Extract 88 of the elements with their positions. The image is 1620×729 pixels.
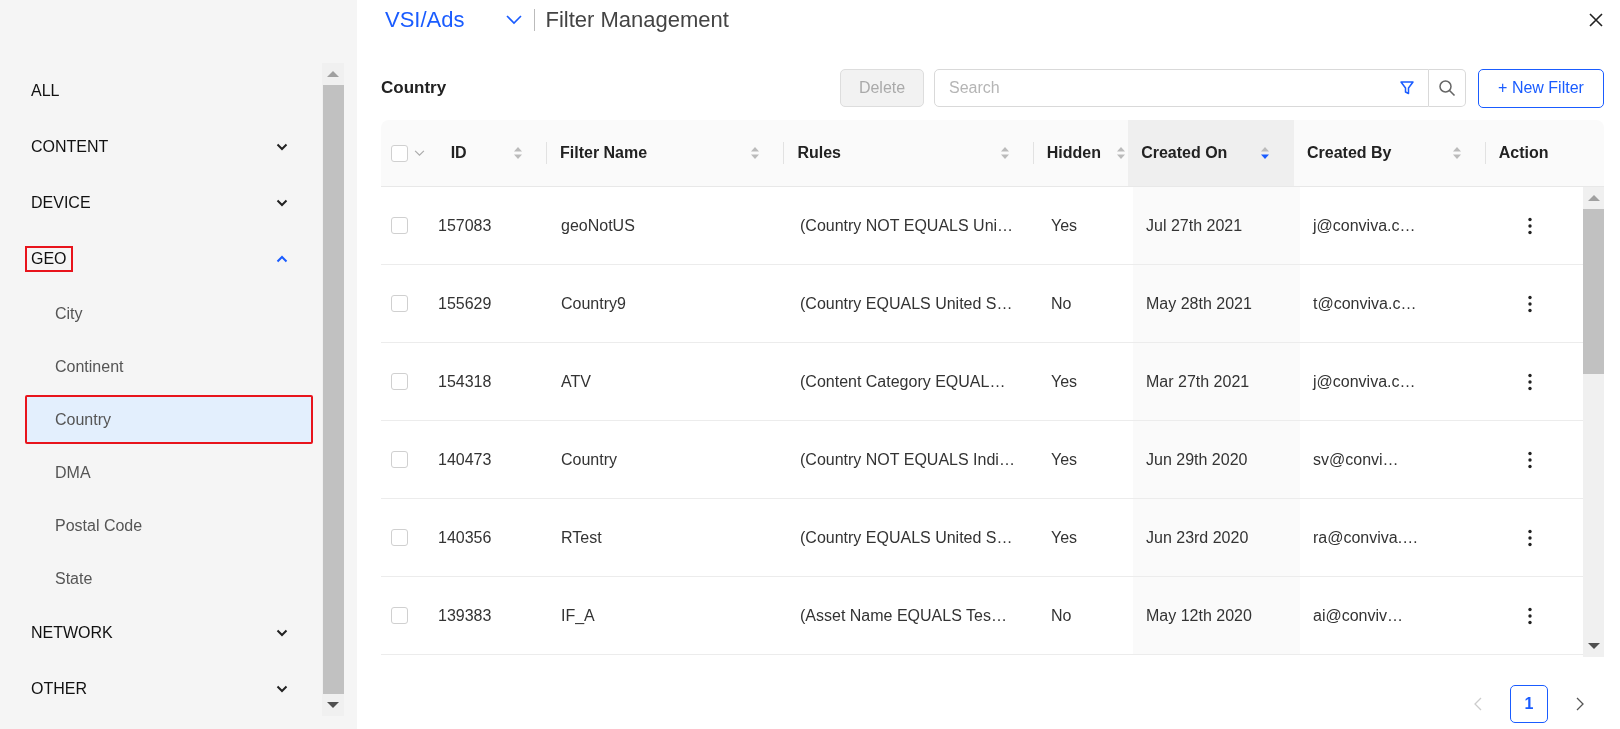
table-cell: ATV bbox=[561, 372, 591, 391]
column-header[interactable]: Action bbox=[1498, 144, 1549, 162]
table-cell: (Country EQUALS United S… bbox=[800, 294, 1013, 313]
table-cell: 140473 bbox=[438, 450, 492, 469]
sort-icon[interactable] bbox=[1260, 145, 1271, 161]
search-icon bbox=[1438, 79, 1456, 97]
table-cell: Jun 29th 2020 bbox=[1146, 450, 1248, 469]
chevron-icon bbox=[276, 629, 288, 637]
table-cell: j@conviva.c… bbox=[1313, 216, 1416, 235]
table-cell: Yes bbox=[1051, 216, 1078, 235]
sidebar-subitem[interactable]: State bbox=[25, 554, 313, 603]
select-all-checkbox[interactable] bbox=[391, 144, 408, 162]
scrollbar[interactable] bbox=[1583, 187, 1604, 657]
table-cell: 140356 bbox=[438, 528, 492, 547]
row-checkbox[interactable] bbox=[391, 217, 408, 234]
table-cell: Country bbox=[561, 450, 618, 469]
table-cell: t@conviva.c… bbox=[1313, 294, 1417, 313]
table-cell: No bbox=[1051, 606, 1072, 625]
table-cell: 154318 bbox=[438, 372, 492, 391]
chevron-icon bbox=[276, 143, 288, 151]
table-cell: geoNotUS bbox=[561, 216, 635, 235]
table-cell: (Asset Name EQUALS Tes… bbox=[800, 606, 1007, 625]
table-cell: Yes bbox=[1051, 450, 1078, 469]
table-cell: ra@conviva.… bbox=[1313, 528, 1419, 547]
sidebar-item[interactable]: DEVICE bbox=[0, 175, 322, 231]
column-header[interactable]: Rules bbox=[797, 144, 841, 162]
table-cell: IF_A bbox=[561, 606, 595, 625]
table-cell: Country9 bbox=[561, 294, 626, 313]
sidebar-subitem[interactable]: Country bbox=[25, 395, 313, 444]
more-icon[interactable] bbox=[1528, 606, 1532, 625]
table-cell: Jul 27th 2021 bbox=[1146, 216, 1243, 235]
row-checkbox[interactable] bbox=[391, 451, 408, 468]
table-cell: May 12th 2020 bbox=[1146, 606, 1252, 625]
table-cell: RTest bbox=[561, 528, 602, 547]
filter-icon[interactable] bbox=[1399, 80, 1415, 96]
chevron-icon[interactable] bbox=[506, 15, 523, 25]
sidebar-subitem[interactable]: Postal Code bbox=[25, 501, 313, 550]
table-cell: May 28th 2021 bbox=[1146, 294, 1252, 313]
table-cell: Jun 23rd 2020 bbox=[1146, 528, 1249, 547]
row-checkbox[interactable] bbox=[391, 529, 408, 546]
chevron-icon bbox=[276, 255, 288, 263]
column-header[interactable]: Created On bbox=[1141, 144, 1228, 162]
sidebar-item[interactable]: NETWORK bbox=[0, 605, 322, 661]
row-checkbox[interactable] bbox=[391, 295, 408, 312]
table-cell: (Country NOT EQUALS Indi… bbox=[800, 450, 1015, 469]
more-icon[interactable] bbox=[1528, 294, 1532, 313]
table-cell: (Country NOT EQUALS Uni… bbox=[800, 216, 1014, 235]
column-header[interactable]: ID bbox=[450, 144, 467, 162]
row-checkbox[interactable] bbox=[391, 373, 408, 390]
column-header[interactable]: Created By bbox=[1307, 144, 1392, 162]
table-cell: j@conviva.c… bbox=[1313, 372, 1416, 391]
table-cell: (Content Category EQUAL… bbox=[800, 372, 1006, 391]
table-cell: 155629 bbox=[438, 294, 492, 313]
new-filter-button[interactable]: + New Filter bbox=[1478, 68, 1604, 108]
sidebar-item[interactable]: OTHER bbox=[0, 661, 322, 717]
row-checkbox[interactable] bbox=[391, 607, 408, 624]
next-page-icon[interactable] bbox=[1576, 697, 1584, 711]
table-cell: Mar 27th 2021 bbox=[1146, 372, 1250, 391]
table-cell: (Country EQUALS United S… bbox=[800, 528, 1013, 547]
column-header[interactable]: Hidden bbox=[1046, 144, 1101, 162]
table-cell: Yes bbox=[1051, 528, 1078, 547]
page-button[interactable]: 1 bbox=[1510, 685, 1548, 723]
sidebar-item[interactable]: ALL bbox=[0, 63, 322, 119]
close-icon[interactable] bbox=[1589, 13, 1603, 27]
table-cell: 157083 bbox=[438, 216, 492, 235]
table-cell: Yes bbox=[1051, 372, 1078, 391]
search-button[interactable] bbox=[1429, 69, 1466, 107]
chevron-icon bbox=[276, 199, 288, 207]
sidebar-item[interactable]: CONTENT bbox=[0, 119, 322, 175]
column-header[interactable]: Filter Name bbox=[560, 144, 648, 162]
sidebar-subitem[interactable]: DMA bbox=[25, 448, 313, 497]
sidebar-subitem[interactable]: Continent bbox=[25, 342, 313, 391]
more-icon[interactable] bbox=[1528, 450, 1532, 469]
search-field[interactable]: Search bbox=[934, 69, 1429, 107]
more-icon[interactable] bbox=[1528, 528, 1532, 547]
page-title: Filter Management bbox=[545, 7, 729, 33]
chevron-icon bbox=[276, 685, 288, 693]
table-cell: No bbox=[1051, 294, 1072, 313]
section-heading: Country bbox=[381, 78, 447, 98]
more-icon[interactable] bbox=[1528, 372, 1532, 391]
account-name[interactable]: VSI/Ads bbox=[385, 7, 465, 33]
table-cell: 139383 bbox=[438, 606, 492, 625]
scrollbar[interactable] bbox=[322, 63, 344, 716]
sidebar-item[interactable]: GEO bbox=[0, 231, 322, 287]
sidebar-subitem[interactable]: City bbox=[25, 289, 313, 338]
table-cell: sv@convi… bbox=[1313, 450, 1399, 469]
more-icon[interactable] bbox=[1528, 216, 1532, 235]
table-cell: ai@conviv… bbox=[1313, 606, 1404, 625]
